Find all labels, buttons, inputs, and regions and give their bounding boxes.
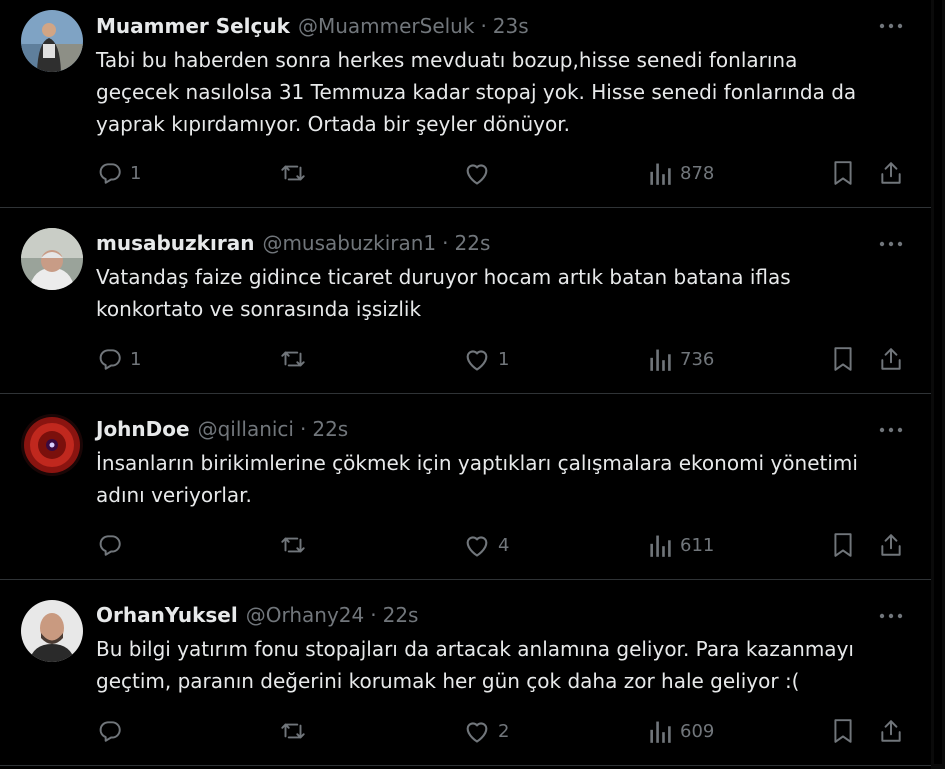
bookmark-icon (834, 161, 852, 185)
tweet-text: Vatandaş faize gidince ticaret duruyor h… (96, 265, 791, 321)
view-count: 878 (680, 162, 715, 184)
heart-icon (466, 350, 488, 371)
tweet-actions: 4 611 (0, 530, 931, 560)
views-button[interactable]: 878 (649, 158, 714, 188)
author-name[interactable]: Muammer Selçuk (96, 14, 290, 38)
like-button[interactable]: 2 (463, 716, 509, 746)
reply-timeline: Muammer Selçuk @MuammerSeluk · 23s Tabi … (0, 0, 931, 769)
retweet-icon (281, 723, 305, 739)
reply-icon (99, 349, 121, 370)
scrollbar-thumb[interactable] (934, 0, 942, 764)
more-options-icon[interactable] (876, 606, 906, 626)
view-count: 736 (680, 348, 715, 370)
tweet-actions: 2 609 (0, 716, 931, 746)
more-options-icon[interactable] (876, 420, 906, 440)
like-button[interactable]: 1 (463, 344, 509, 374)
bookmark-button[interactable] (832, 158, 854, 188)
retweet-button[interactable] (278, 344, 315, 374)
retweet-button[interactable] (278, 530, 315, 560)
author-name[interactable]: musabuzkıran (96, 231, 254, 255)
author-name[interactable]: OrhanYuksel (96, 603, 238, 627)
retweet-icon (281, 165, 305, 181)
share-button[interactable] (878, 530, 904, 560)
more-options-icon[interactable] (876, 234, 906, 254)
tweet-text: Bu bilgi yatırım fonu stopajları da arta… (96, 637, 854, 693)
bookmark-button[interactable] (832, 530, 854, 560)
separator-dot: · (299, 417, 307, 441)
separator-dot: · (480, 14, 487, 38)
heart-icon (466, 164, 488, 185)
author-handle[interactable]: @Orhany24 (246, 603, 365, 627)
timestamp[interactable]: 22s (455, 231, 491, 255)
heart-icon (466, 536, 488, 557)
views-icon (650, 163, 671, 185)
tweet-muammer-selcuk[interactable]: Muammer Selçuk @MuammerSeluk · 23s Tabi … (0, 0, 931, 208)
reply-button[interactable] (97, 530, 130, 560)
avatar[interactable] (21, 10, 83, 72)
author-name[interactable]: JohnDoe (96, 417, 190, 441)
views-button[interactable]: 611 (649, 530, 714, 560)
reply-icon (99, 163, 121, 184)
tweet-text: Tabi bu haberden sonra herkes mevduatı b… (96, 48, 857, 136)
views-icon (650, 535, 671, 557)
like-button[interactable]: 4 (463, 530, 509, 560)
tweet-johndoe[interactable]: JohnDoe @qillanici · 22s İnsanların biri… (0, 394, 931, 580)
avatar[interactable] (21, 228, 83, 290)
more-options-icon[interactable] (876, 16, 906, 36)
like-count: 2 (498, 720, 510, 742)
avatar[interactable] (21, 600, 83, 662)
like-count: 4 (498, 534, 510, 556)
bookmark-button[interactable] (832, 344, 854, 374)
author-handle[interactable]: @MuammerSeluk (298, 14, 475, 38)
share-icon (881, 348, 901, 370)
bookmark-icon (834, 347, 852, 371)
like-button[interactable] (463, 158, 498, 188)
timestamp[interactable]: 22s (383, 603, 419, 627)
share-icon (881, 534, 901, 556)
retweet-icon (281, 537, 305, 553)
bookmark-button[interactable] (832, 716, 854, 746)
timestamp[interactable]: 23s (493, 14, 529, 38)
tweet-text: İnsanların birikimlerine çökmek için yap… (96, 451, 858, 507)
page-scrollbar[interactable] (931, 0, 945, 769)
tweet-actions: 1 1 736 (0, 344, 931, 374)
tweet-actions: 1 878 (0, 158, 931, 188)
like-count: 1 (498, 348, 510, 370)
share-button[interactable] (878, 158, 904, 188)
avatar[interactable] (21, 414, 83, 476)
reply-count: 1 (130, 162, 142, 184)
reply-button[interactable]: 1 (97, 158, 141, 188)
separator-dot: · (442, 231, 449, 255)
heart-icon (466, 722, 488, 743)
view-count: 609 (680, 720, 715, 742)
reply-icon (99, 721, 121, 742)
bookmark-icon (834, 533, 852, 557)
tweet-musabuzkiran[interactable]: musabuzkıran @musabuzkiran1 · 22s Vatand… (0, 208, 931, 394)
reply-icon (99, 535, 121, 556)
share-icon (881, 162, 901, 184)
retweet-button[interactable] (278, 158, 315, 188)
views-icon (650, 349, 671, 371)
author-handle[interactable]: @musabuzkiran1 (262, 231, 436, 255)
views-button[interactable]: 736 (649, 344, 714, 374)
view-count: 611 (680, 534, 715, 556)
reply-button[interactable] (97, 716, 130, 746)
retweet-icon (281, 351, 305, 367)
retweet-button[interactable] (278, 716, 315, 746)
author-handle[interactable]: @qillanici (198, 417, 294, 441)
tweet-orhanyuksel[interactable]: OrhanYuksel @Orhany24 · 22s Bu bilgi yat… (0, 580, 931, 766)
bookmark-icon (834, 719, 852, 743)
share-icon (881, 720, 901, 742)
reply-button[interactable]: 1 (97, 344, 141, 374)
timestamp[interactable]: 22s (312, 417, 348, 441)
reply-count: 1 (130, 348, 142, 370)
views-icon (650, 721, 671, 743)
share-button[interactable] (878, 344, 904, 374)
views-button[interactable]: 609 (649, 716, 714, 746)
share-button[interactable] (878, 716, 904, 746)
separator-dot: · (370, 603, 377, 627)
